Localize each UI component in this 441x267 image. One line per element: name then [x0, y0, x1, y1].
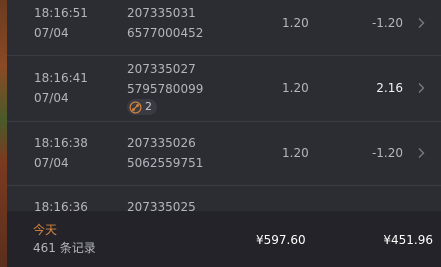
list-item[interactable]: 18:16:41 07/04 207335027 5795780099 2 1.…	[7, 56, 441, 122]
row-id-line2: 5795780099	[127, 82, 204, 96]
row-date: 07/04	[34, 156, 69, 170]
background-image-strip	[0, 0, 7, 267]
list-item[interactable]: 18:16:51 07/04 207335031 6577000452 1.20…	[7, 0, 441, 56]
row-date: 07/04	[34, 26, 69, 40]
total-amount-2: ¥451.96	[383, 233, 433, 247]
row-id-line1: 207335027	[127, 62, 196, 76]
total-amount-1: ¥597.60	[256, 233, 306, 247]
badge-count: 2	[145, 100, 152, 113]
chevron-right-icon[interactable]	[415, 17, 427, 29]
row-id-line1: 207335026	[127, 136, 196, 150]
row-id-line2: 6577000452	[127, 26, 204, 40]
today-label: 今天	[33, 223, 58, 237]
chevron-right-icon[interactable]	[415, 82, 427, 94]
row-date: 07/04	[34, 91, 69, 105]
list-item[interactable]: 18:16:38 07/04 207335026 5062559751 1.20…	[7, 122, 441, 186]
row-price: 1.20	[282, 16, 309, 30]
row-id-line1: 207335031	[127, 6, 196, 20]
row-price: 1.20	[282, 81, 309, 95]
row-price: 1.20	[282, 146, 309, 160]
record-count: 461 条记录	[33, 241, 96, 255]
summary-footer: 今天 461 条记录 ¥597.60 ¥451.96	[7, 211, 441, 267]
linked-count-badge[interactable]: 2	[127, 99, 157, 115]
row-change: -1.20	[371, 16, 403, 30]
row-time: 18:16:41	[34, 71, 88, 85]
row-time: 18:16:38	[34, 136, 88, 150]
record-list-screen: 18:16:51 07/04 207335031 6577000452 1.20…	[0, 0, 441, 267]
chevron-right-icon[interactable]	[415, 147, 427, 159]
row-time: 18:16:51	[34, 6, 88, 20]
link-circle-icon	[129, 101, 142, 113]
row-id-line2: 5062559751	[127, 156, 204, 170]
row-change: -1.20	[371, 146, 403, 160]
row-change: 2.16	[376, 81, 403, 95]
